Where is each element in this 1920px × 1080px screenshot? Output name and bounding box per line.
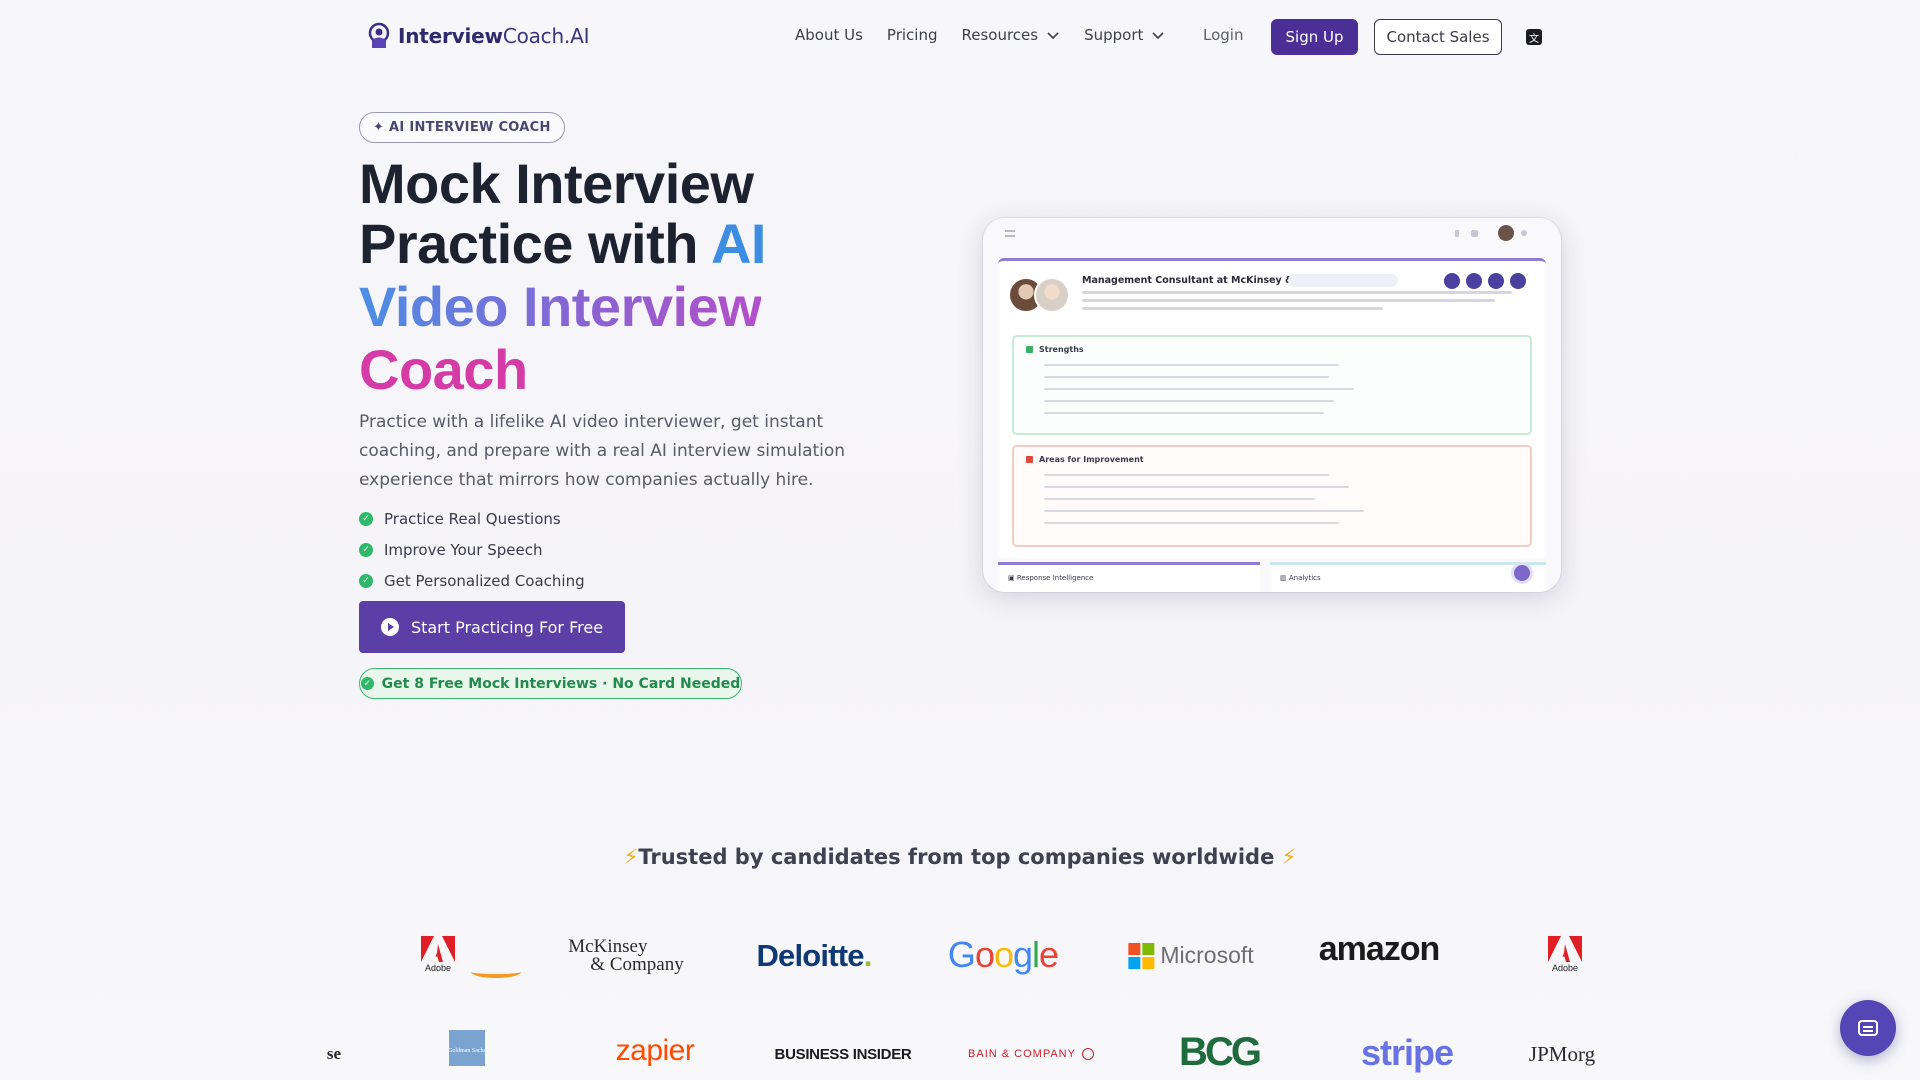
logo-row-1: Adobe McKinsey & Company Deloitte. Google… [0,928,1920,984]
strengths-box: Strengths [1012,335,1532,435]
logo-icon [368,22,390,48]
hero-badge: ✦ AI INTERVIEW COACH [359,112,565,143]
feature-item: ✓ Get Personalized Coaching [359,565,585,596]
start-practicing-button[interactable]: Start Practicing For Free [359,601,625,653]
bain-circle-icon [1081,1048,1094,1060]
mic-icon [1455,230,1459,237]
app-preview-mockup: Management Consultant at McKinsey & Comp… [983,218,1561,592]
hero-title: Mock Interview Practice with AI Video In… [359,152,766,401]
tab-response-intelligence: ▣ Response Intelligence [998,562,1260,592]
nav-resources[interactable]: Resources [961,26,1060,44]
score-pill [1288,274,1398,287]
feedback-card: Management Consultant at McKinsey & Comp… [998,258,1546,558]
logo-text: InterviewCoach.AI [398,24,590,48]
translate-icon[interactable]: 文 [1526,29,1542,45]
chat-bubble-icon [1858,1020,1878,1036]
check-circle-icon: ✓ [360,677,374,690]
jpmorgan-logo: JPMorg [1528,1042,1596,1066]
chevron-down-icon [1152,32,1164,40]
adobe-logo: Adobe [1548,936,1582,973]
improvement-box: Areas for Improvement [1012,445,1532,547]
flag-icon [1026,456,1033,463]
stripe-logo: stripe [1360,1032,1454,1073]
grid-icon [1471,230,1478,237]
share-icon [1444,273,1460,289]
trusted-heading: ⚡Trusted by candidates from top companie… [623,845,1297,869]
contact-sales-button[interactable]: Contact Sales [1374,19,1502,55]
free-interviews-badge: ✓ Get 8 Free Mock Interviews · No Card N… [359,668,742,699]
tab-analytics: ▥ Analytics [1270,562,1546,592]
nav-about-us[interactable]: About Us [795,26,863,44]
thumbs-up-icon [1026,346,1033,353]
check-circle-icon: ✓ [359,542,373,557]
lightning-icon: ⚡ [1281,845,1297,869]
avatar [1034,277,1070,313]
hero-subtitle: Practice with a lifelike AI video interv… [359,412,846,490]
nav-pricing[interactable]: Pricing [887,26,938,44]
info-icon [1510,273,1526,289]
site-header: InterviewCoach.AI About Us Pricing Resou… [0,0,1920,74]
action-icons [1444,273,1526,289]
feature-item: ✓ Practice Real Questions [359,503,585,534]
mockup-topbar [983,218,1561,258]
site-logo[interactable]: InterviewCoach.AI [366,22,589,50]
avatar [1498,225,1514,241]
chevron-down-icon [1047,32,1059,40]
check-circle-icon: ✓ [359,511,373,526]
lightning-icon: ⚡ [623,845,639,869]
chat-button[interactable] [1840,1000,1896,1056]
nav-support[interactable]: Support [1084,26,1165,44]
amazon-logo: amazon [419,930,1920,978]
mockup-fab [1511,562,1533,584]
interviewer-avatars [1008,275,1074,315]
home-icon [1466,273,1482,289]
main-nav: About Us Pricing Resources Support [795,26,1189,44]
improvement-label: Areas for Improvement [1026,455,1518,464]
play-icon [380,618,399,636]
strengths-label: Strengths [1026,345,1518,354]
login-link[interactable]: Login [1203,26,1243,44]
mockup-tabs: ▣ Response Intelligence ▥ Analytics [998,562,1546,592]
sign-up-button[interactable]: Sign Up [1271,19,1358,55]
menu-icon [1005,230,1015,237]
logo-row-2: se Goldman Sachs zapier BUSINESS INSIDER… [0,1030,1920,1080]
bain-logo: BAIN & COMPANY [968,1048,1094,1060]
check-circle-icon: ✓ [359,573,373,588]
feature-item: ✓ Improve Your Speech [359,534,585,565]
feedback-summary [1082,291,1512,315]
business-insider-logo: BUSINESS INSIDER [774,1046,912,1063]
feature-list: ✓ Practice Real Questions ✓ Improve Your… [359,503,585,596]
settings-icon [1488,273,1504,289]
bcg-logo: BCG [1179,1030,1262,1074]
more-icon [1521,230,1527,236]
